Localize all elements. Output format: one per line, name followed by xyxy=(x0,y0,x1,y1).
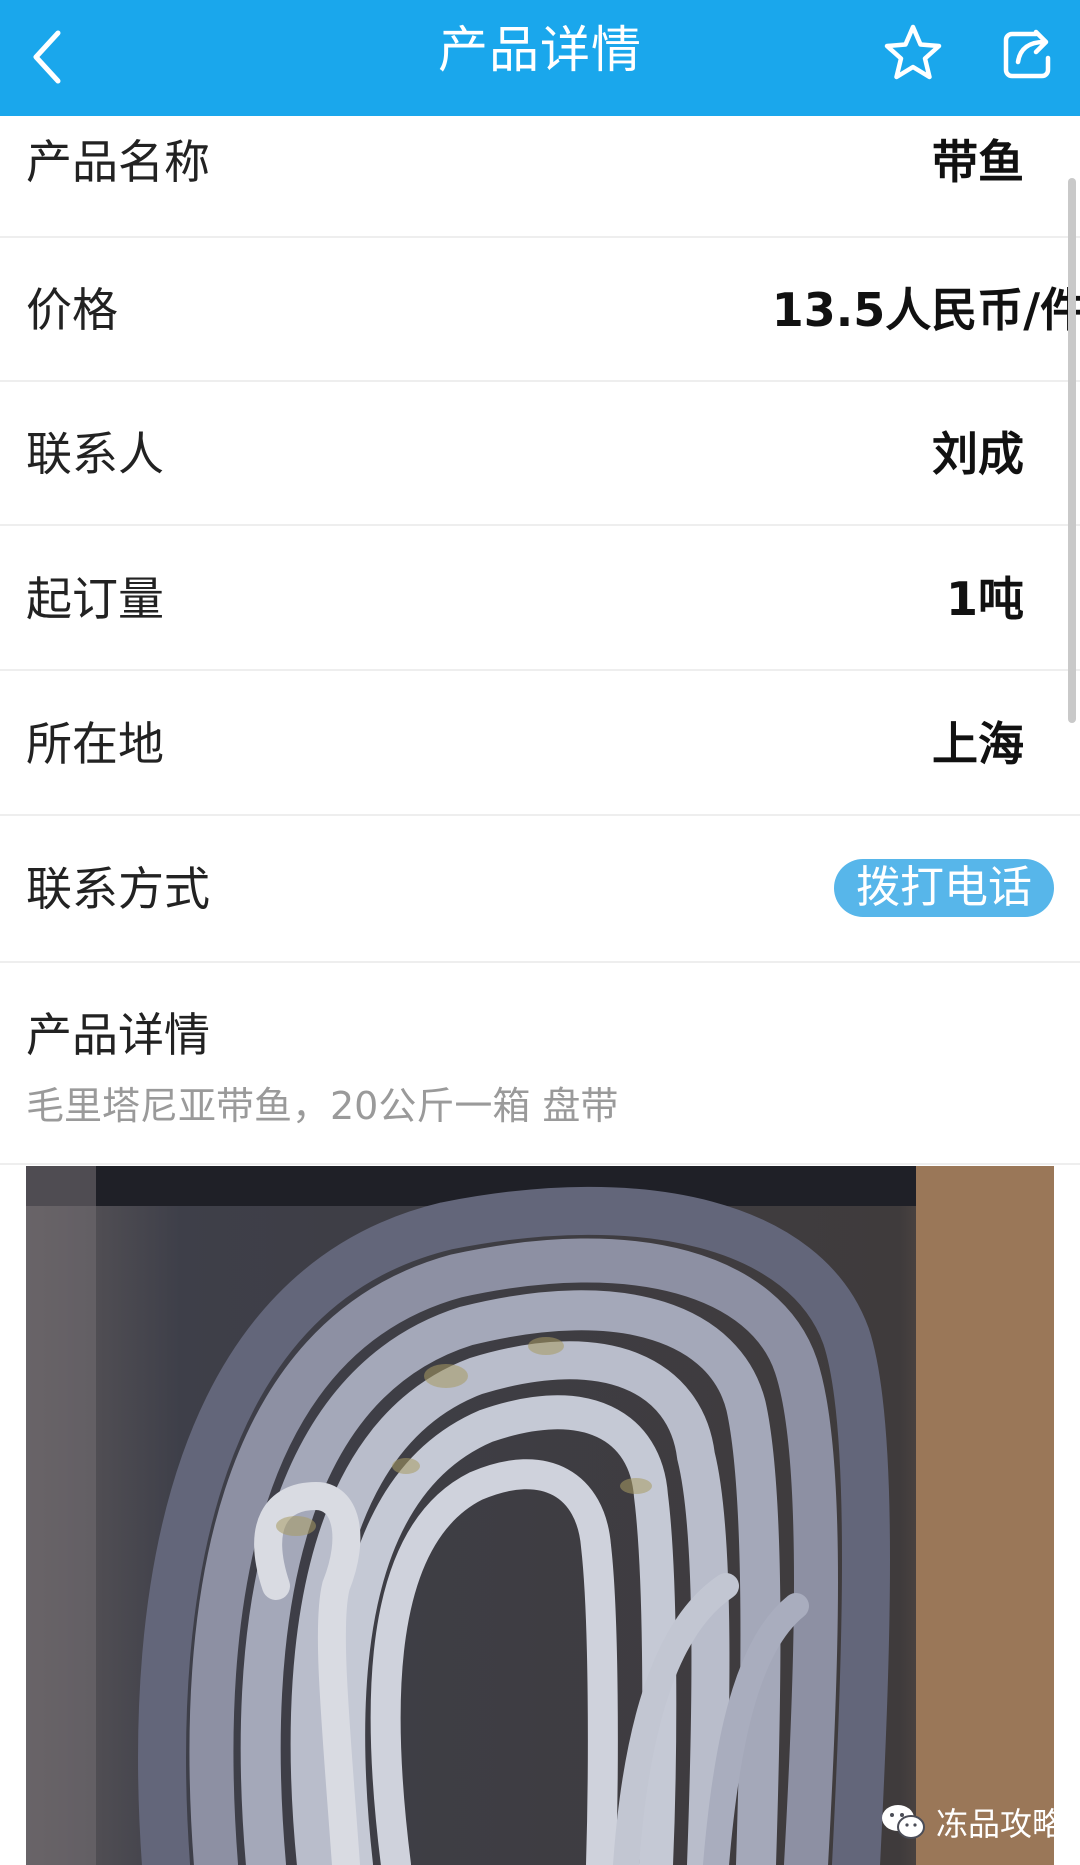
row-location: 所在地 上海 xyxy=(0,672,1080,816)
product-detail-section: 产品详情 毛里塔尼亚带鱼，20公斤一箱 盘带 xyxy=(0,963,1080,1165)
product-photo[interactable] xyxy=(26,1166,1054,1865)
call-phone-button[interactable]: 拨打电话 xyxy=(834,859,1054,917)
contact-person-label: 联系人 xyxy=(26,427,164,481)
product-detail-screen: 产品详情 产品名称 带鱼 价格 13.5人民币/件 联系人 刘成 起订量 1吨 … xyxy=(0,0,1080,1865)
share-icon xyxy=(1003,29,1051,79)
wechat-icon xyxy=(882,1805,925,1839)
contact-method-label: 联系方式 xyxy=(26,862,210,916)
row-min-order: 起订量 1吨 xyxy=(0,527,1080,671)
watermark: 冻品攻略 xyxy=(880,1797,1064,1847)
product-name-label: 产品名称 xyxy=(26,135,210,189)
product-detail-description: 毛里塔尼亚带鱼，20公斤一箱 盘带 xyxy=(26,1084,619,1128)
location-value: 上海 xyxy=(932,717,1024,771)
min-order-label: 起订量 xyxy=(26,572,164,626)
share-button[interactable] xyxy=(996,22,1058,84)
location-label: 所在地 xyxy=(26,717,164,771)
product-name-value: 带鱼 xyxy=(932,135,1024,189)
product-detail-label: 产品详情 xyxy=(26,1008,210,1062)
row-product-name: 产品名称 带鱼 xyxy=(0,92,1080,238)
price-value: 13.5人民币/件 xyxy=(771,283,1080,337)
contact-person-value: 刘成 xyxy=(932,427,1024,481)
star-outline-icon xyxy=(884,24,942,80)
price-label: 价格 xyxy=(26,283,118,337)
favorite-button[interactable] xyxy=(882,22,944,84)
product-photo-drawing xyxy=(26,1166,1054,1865)
row-price: 价格 13.5人民币/件 xyxy=(0,238,1080,382)
row-contact-person: 联系人 刘成 xyxy=(0,382,1080,526)
watermark-text: 冻品攻略 xyxy=(936,1805,1065,1843)
min-order-value: 1吨 xyxy=(945,572,1024,626)
row-contact-method: 联系方式 拨打电话 xyxy=(0,817,1080,963)
scrollbar[interactable] xyxy=(1068,178,1076,723)
